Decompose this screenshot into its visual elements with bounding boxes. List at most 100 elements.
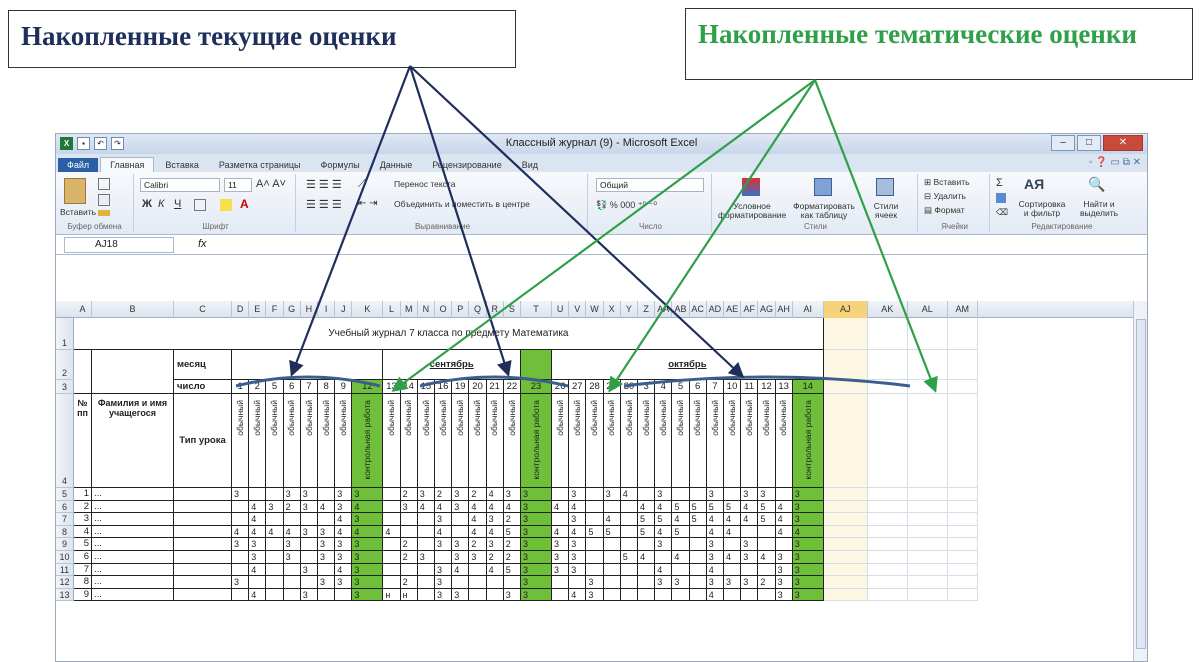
- empty-cell[interactable]: [907, 318, 948, 350]
- grade-cell[interactable]: 3: [552, 563, 570, 577]
- grade-cell[interactable]: [672, 563, 690, 577]
- tab-5[interactable]: Данные: [371, 158, 422, 172]
- grade-cell[interactable]: [383, 576, 401, 589]
- grade-cell[interactable]: 3: [569, 538, 587, 551]
- grade-cell[interactable]: 4: [249, 525, 267, 539]
- lesson-type-17[interactable]: обычный: [552, 394, 570, 488]
- close-button[interactable]: ✕: [1103, 135, 1143, 151]
- grade-cell[interactable]: [318, 588, 336, 602]
- grade-cell[interactable]: 4: [569, 525, 587, 539]
- grade-cell[interactable]: 4: [775, 513, 793, 526]
- grade-cell[interactable]: [249, 488, 267, 501]
- grade-cell[interactable]: 3: [283, 488, 301, 501]
- student-number[interactable]: 2: [74, 500, 92, 514]
- empty-cell[interactable]: [947, 563, 978, 577]
- grade-cell[interactable]: 4: [435, 500, 453, 514]
- grade-cell[interactable]: 3: [435, 588, 453, 602]
- cell-styles-button[interactable]: Стили ячеек: [864, 202, 908, 220]
- grade-cell[interactable]: 3: [352, 513, 384, 526]
- day-3[interactable]: 6: [283, 380, 301, 394]
- grade-cell[interactable]: 3: [706, 488, 724, 501]
- grade-cell[interactable]: [586, 538, 604, 551]
- col-header-AJ[interactable]: AJ: [823, 301, 868, 318]
- number-format-select[interactable]: Общий: [596, 178, 704, 192]
- student-number[interactable]: 5: [74, 538, 92, 551]
- grade-cell[interactable]: 4: [503, 500, 521, 514]
- col-header-A[interactable]: A: [74, 301, 92, 318]
- tab-7[interactable]: Вид: [513, 158, 547, 172]
- empty-cell[interactable]: [947, 538, 978, 551]
- grade-cell[interactable]: 4: [335, 513, 353, 526]
- grade-cell[interactable]: [469, 588, 487, 602]
- grade-cell[interactable]: [469, 563, 487, 577]
- grade-cell[interactable]: 3: [655, 488, 673, 501]
- col-header-AM[interactable]: AM: [948, 301, 978, 318]
- lesson-type-30[interactable]: обычный: [775, 394, 793, 488]
- wrap-text-button[interactable]: Перенос текста: [394, 179, 455, 189]
- grade-cell[interactable]: 3: [469, 551, 487, 564]
- grade-cell[interactable]: 3: [758, 488, 776, 501]
- grade-cell[interactable]: 3: [249, 538, 267, 551]
- grade-cell[interactable]: 2: [400, 538, 418, 551]
- grade-cell[interactable]: [620, 513, 638, 526]
- italic-icon[interactable]: К: [158, 198, 164, 210]
- grade-cell[interactable]: [552, 513, 570, 526]
- col-header-T[interactable]: T: [521, 301, 552, 318]
- grade-cell[interactable]: 4: [706, 588, 724, 602]
- lesson-type-9[interactable]: обычный: [400, 394, 418, 488]
- grade-cell[interactable]: [283, 576, 301, 589]
- grade-cell[interactable]: 4: [706, 563, 724, 577]
- col-header-AE[interactable]: AE: [724, 301, 742, 318]
- grade-cell[interactable]: 3: [300, 488, 318, 501]
- month-cell-control[interactable]: [521, 350, 552, 380]
- find-select-button[interactable]: Найти и выделить: [1072, 200, 1126, 218]
- cell-styles-icon[interactable]: [876, 178, 894, 196]
- grade-cell[interactable]: [638, 563, 656, 577]
- grade-cell[interactable]: 4: [655, 500, 673, 514]
- grade-cell[interactable]: 4: [552, 525, 570, 539]
- grade-cell[interactable]: [452, 525, 470, 539]
- lesson-type-21[interactable]: обычный: [620, 394, 638, 488]
- grade-cell[interactable]: 3: [486, 513, 504, 526]
- grade-cell[interactable]: 4: [452, 563, 470, 577]
- grade-cell[interactable]: [603, 500, 621, 514]
- row-header-11[interactable]: 11: [56, 563, 74, 577]
- cell-A2[interactable]: [74, 350, 92, 394]
- grade-cell[interactable]: [503, 576, 521, 589]
- grade-cell[interactable]: 3: [521, 576, 552, 589]
- empty-cell[interactable]: [947, 500, 978, 514]
- student-name[interactable]: ...: [92, 538, 174, 551]
- lesson-type-27[interactable]: обычный: [724, 394, 742, 488]
- student-col-c[interactable]: [174, 588, 232, 602]
- day-27[interactable]: 10: [724, 380, 742, 394]
- grade-cell[interactable]: 3: [792, 488, 824, 501]
- student-number[interactable]: 4: [74, 525, 92, 539]
- row-header-1[interactable]: 1: [56, 318, 74, 350]
- grade-cell[interactable]: 4: [486, 500, 504, 514]
- format-painter-icon[interactable]: [98, 210, 110, 216]
- label-number[interactable]: № пп: [74, 394, 92, 488]
- grade-cell[interactable]: 3: [792, 576, 824, 589]
- empty-cell[interactable]: [867, 488, 908, 501]
- day-22[interactable]: 3: [638, 380, 656, 394]
- grade-cell[interactable]: 5: [689, 500, 707, 514]
- col-header-Y[interactable]: Y: [621, 301, 638, 318]
- grade-cell[interactable]: 4: [232, 525, 250, 539]
- day-15[interactable]: 22: [503, 380, 521, 394]
- sort-filter-icon[interactable]: AЯ: [1024, 176, 1044, 192]
- merge-center-button[interactable]: Объединить и поместить в центре: [394, 199, 530, 209]
- align-top-icon[interactable]: ☰ ☰ ☰: [306, 178, 342, 191]
- help-icon[interactable]: ◦ ❓ ▭ ⧉ ✕: [1089, 157, 1141, 168]
- student-number[interactable]: 7: [74, 563, 92, 577]
- row-header-3[interactable]: 3: [56, 380, 74, 394]
- grade-cell[interactable]: 2: [400, 576, 418, 589]
- empty-cell[interactable]: [823, 588, 868, 602]
- day-9[interactable]: 14: [400, 380, 418, 394]
- grade-cell[interactable]: 3: [503, 588, 521, 602]
- grade-cell[interactable]: 5: [586, 525, 604, 539]
- col-header-AD[interactable]: AD: [707, 301, 724, 318]
- grade-cell[interactable]: 3: [232, 576, 250, 589]
- grade-cell[interactable]: 3: [318, 525, 336, 539]
- lesson-type-0[interactable]: обычный: [232, 394, 250, 488]
- empty-cell[interactable]: [947, 525, 978, 539]
